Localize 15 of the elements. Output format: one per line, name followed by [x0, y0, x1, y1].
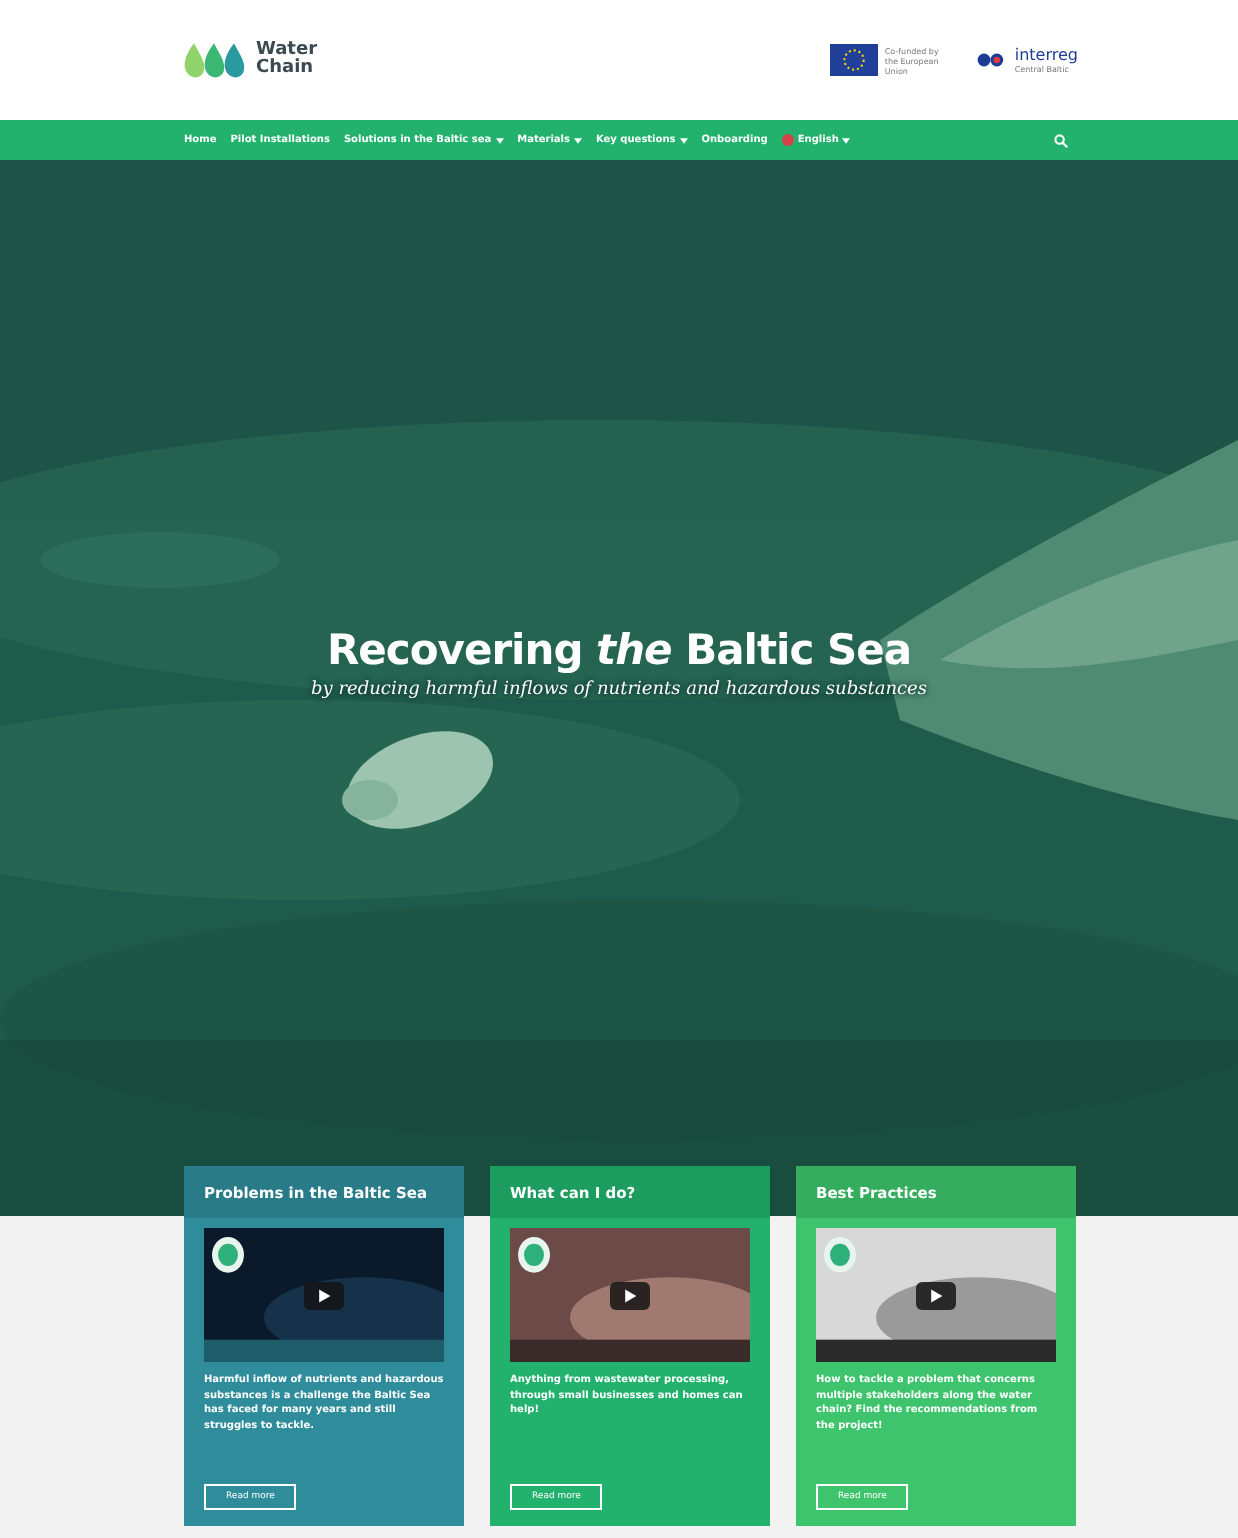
play-icon — [928, 1287, 944, 1303]
play-icon — [622, 1287, 638, 1303]
eu-flag-icon — [830, 44, 879, 76]
hero-subtitle: by reducing harmful inflows of nutrients and hazardous substances — [311, 680, 927, 700]
hero-title: Recovering the Baltic Sea — [326, 626, 912, 674]
logo-text: Water Chain — [256, 42, 318, 78]
play-button[interactable] — [304, 1281, 344, 1309]
play-icon — [316, 1287, 332, 1303]
interreg-logo-icon — [976, 50, 1009, 70]
sponsor-name: interreg — [1014, 47, 1078, 63]
drops-logo-icon — [180, 40, 248, 80]
search-icon[interactable] — [1054, 133, 1068, 147]
play-button[interactable] — [916, 1281, 956, 1309]
play-button[interactable] — [610, 1281, 650, 1309]
flag-icon — [781, 134, 794, 146]
